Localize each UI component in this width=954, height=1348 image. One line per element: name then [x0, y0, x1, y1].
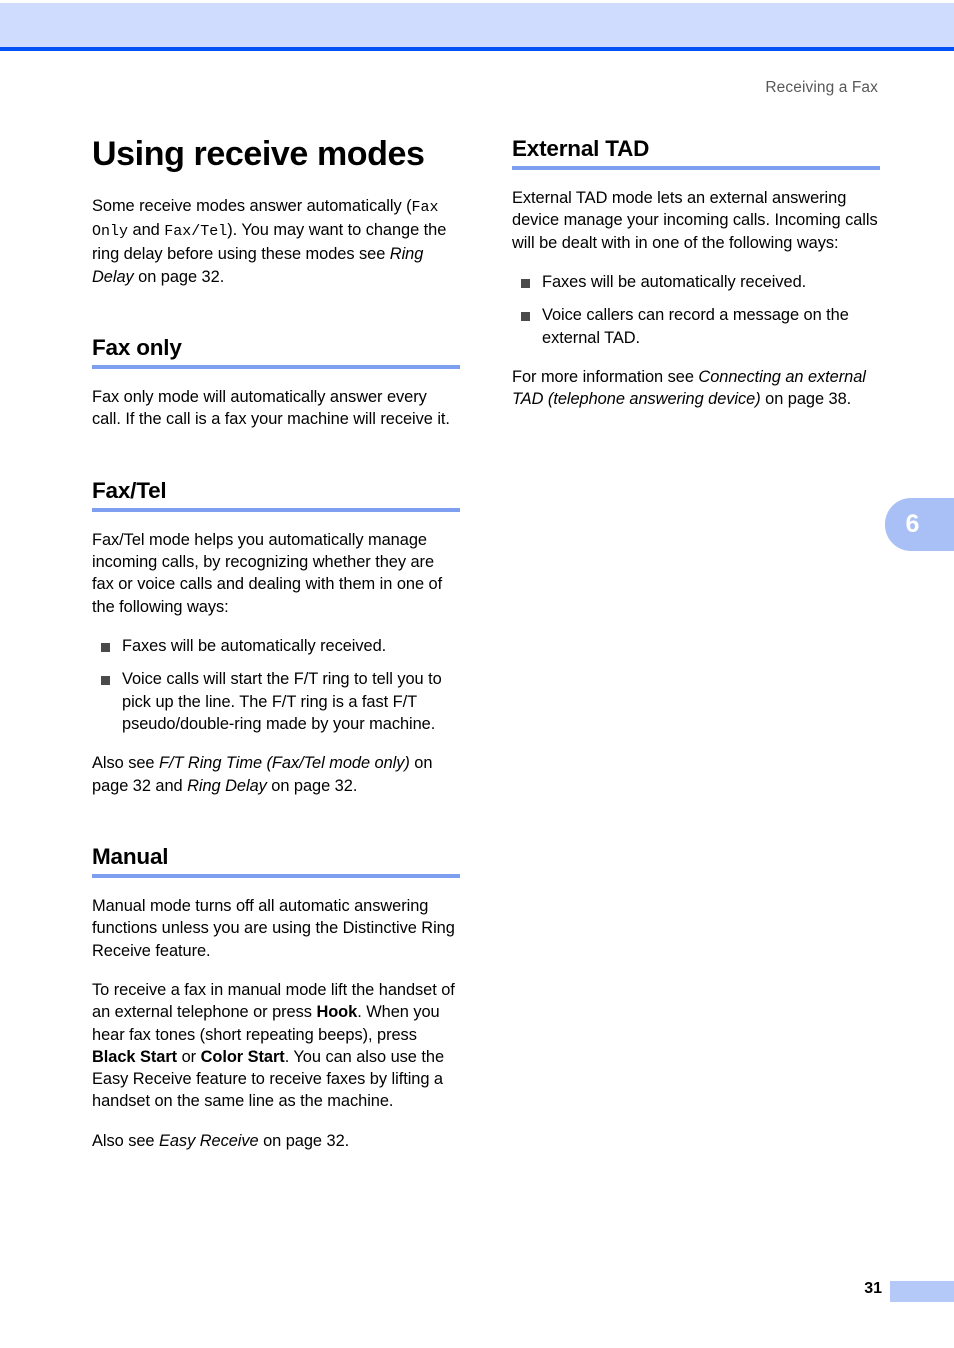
list-item: Faxes will be automatically received. [512, 271, 880, 293]
right-column: External TAD External TAD mode lets an e… [512, 136, 880, 411]
xref-ring-delay: Ring Delay [187, 776, 267, 795]
xref-easy-receive: Easy Receive [158, 1131, 259, 1150]
fax-tel-see-also: Also see F/T Ring Time (Fax/Tel mode onl… [92, 752, 460, 797]
fax-tel-bullet-list: Faxes will be automatically received. Vo… [92, 635, 460, 735]
list-item: Voice calls will start the F/T ring to t… [92, 668, 460, 735]
intro-paragraph: Some receive modes answer automatically … [92, 195, 460, 288]
fax-only-paragraph: Fax only mode will automatically answer … [92, 388, 450, 429]
footer-page-number: 31 [864, 1280, 882, 1297]
external-tad-see-also: For more information see Connecting an e… [512, 366, 880, 411]
see-also-tail: on page 32. [266, 776, 358, 795]
chapter-tab-number: 6 [905, 510, 920, 538]
manual-see-also: Also see Easy Receive on page 32. [92, 1130, 460, 1152]
chapter-tab: 6 [885, 498, 954, 551]
section-rule-manual [92, 874, 460, 879]
key-label-color-start: Color Start [200, 1047, 285, 1066]
manual-paragraph-2: To receive a fax in manual mode lift the… [92, 979, 460, 1113]
section-heading-fax-tel: Fax/Tel [92, 477, 167, 503]
bullet-square-icon [101, 643, 110, 653]
manual-paragraph-1: Manual mode turns off all automatic answ… [92, 897, 455, 960]
bullet-square-icon [521, 312, 530, 322]
footer-decorative-block [890, 1281, 954, 1302]
see-also-lead: For more information see [512, 367, 699, 386]
header-band [0, 3, 954, 47]
intro-mono-fax-tel: Fax/Tel [164, 223, 228, 241]
list-item: Faxes will be automatically received. [92, 635, 460, 657]
list-item-text: Faxes will be automatically received. [122, 637, 387, 656]
see-also-tail: on page 38. [760, 390, 852, 409]
header-rule [0, 47, 954, 51]
key-label-hook: Hook [316, 1003, 358, 1022]
list-item-text: Voice calls will start the F/T ring to t… [122, 670, 442, 733]
section-rule-fax-only [92, 365, 460, 370]
bullet-square-icon [101, 676, 110, 686]
running-header: Receiving a Fax [765, 79, 878, 96]
see-also-lead: Also see [92, 754, 159, 773]
left-column: Using receive modes Some receive modes a… [92, 136, 460, 1152]
external-tad-intro: External TAD mode lets an external answe… [512, 189, 878, 252]
intro-text-2: and [128, 221, 165, 240]
section-rule-external-tad [512, 166, 880, 171]
manual-text-3: or [177, 1047, 201, 1066]
list-item: Voice callers can record a message on th… [512, 304, 880, 349]
list-item-text: Voice callers can record a message on th… [542, 306, 849, 347]
intro-text-1: Some receive modes answer automatically … [92, 196, 412, 215]
section-heading-external-tad: External TAD [512, 136, 650, 161]
fax-tel-intro: Fax/Tel mode helps you automatically man… [92, 530, 443, 616]
bullet-square-icon [521, 279, 530, 289]
section-heading-manual: Manual [92, 843, 169, 869]
list-item-text: Faxes will be automatically received. [542, 273, 807, 292]
see-also-tail: on page 32. [258, 1131, 350, 1150]
intro-text-4: on page 32. [133, 267, 225, 286]
xref-ft-ring-time: F/T Ring Time (Fax/Tel mode only) [158, 754, 410, 773]
key-label-black-start: Black Start [92, 1047, 178, 1066]
section-heading-fax-only: Fax only [92, 334, 182, 360]
external-tad-bullet-list: Faxes will be automatically received. Vo… [512, 271, 880, 349]
section-rule-fax-tel [92, 507, 460, 512]
page-title: Using receive modes [92, 135, 425, 173]
see-also-lead: Also see [92, 1131, 159, 1150]
